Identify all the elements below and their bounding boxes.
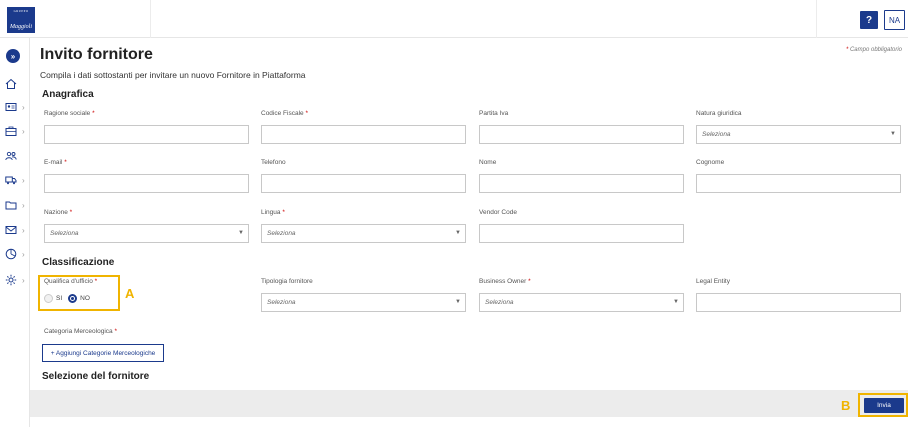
mail-icon	[5, 226, 17, 234]
sidebar-item-reports[interactable]: ›	[5, 248, 29, 262]
truck-icon	[5, 176, 17, 185]
caret-down-icon: ▼	[890, 131, 896, 137]
chevron-right-icon: ›	[22, 276, 25, 285]
field-telefono: Telefono	[261, 159, 466, 193]
marker-b: B	[841, 398, 851, 413]
chevron-right-icon: ›	[22, 226, 25, 235]
folder-icon	[5, 201, 17, 210]
tipologia-fornitore-select[interactable]: Seleziona ▼	[261, 293, 466, 312]
chevron-right-icon: ›	[22, 250, 25, 259]
logo-group-text: GRUPPO	[13, 9, 29, 13]
cognome-input[interactable]	[696, 174, 901, 193]
vendor-code-input[interactable]	[479, 224, 684, 243]
sidebar-item-messages[interactable]: ›	[5, 224, 29, 238]
header-divider-right	[816, 0, 817, 38]
marker-a: A	[125, 286, 135, 301]
nazione-select[interactable]: Seleziona ▼	[44, 224, 249, 243]
header-divider	[150, 0, 151, 38]
field-categoria-merceologica: Categoria Merceologica *	[44, 328, 117, 335]
sidebar-item-home[interactable]	[5, 78, 29, 92]
top-bar: GRUPPO Maggioli ? NA	[0, 0, 908, 38]
home-icon	[5, 78, 17, 89]
footer-bar: Invia	[30, 390, 908, 417]
codice-fiscale-input[interactable]	[261, 125, 466, 144]
lingua-select[interactable]: Seleziona ▼	[261, 224, 466, 243]
sidebar-item-documents[interactable]: ›	[5, 199, 29, 213]
field-business-owner: Business Owner * Seleziona ▼	[479, 278, 684, 312]
sidebar-item-settings[interactable]: ›	[5, 274, 29, 288]
caret-down-icon: ▼	[238, 230, 244, 236]
telefono-input[interactable]	[261, 174, 466, 193]
sidebar-item-suppliers[interactable]: ›	[5, 174, 29, 188]
chevron-right-icon: ›	[22, 103, 25, 112]
help-button[interactable]: ?	[860, 11, 878, 29]
natura-giuridica-select[interactable]: Seleziona ▼	[696, 125, 901, 144]
chevron-right-icon: ›	[22, 176, 25, 185]
caret-down-icon: ▼	[455, 230, 461, 236]
email-input[interactable]	[44, 174, 249, 193]
field-vendor-code: Vendor Code	[479, 209, 684, 243]
legal-entity-input[interactable]	[696, 293, 901, 312]
id-card-icon	[5, 103, 17, 111]
page-subtitle: Compila i dati sottostanti per invitare …	[40, 70, 306, 80]
ragione-sociale-input[interactable]	[44, 125, 249, 144]
sidebar-item-registry[interactable]: ›	[5, 101, 29, 115]
field-tipologia-fornitore: Tipologia fornitore Seleziona ▼	[261, 278, 466, 312]
partita-iva-input[interactable]	[479, 125, 684, 144]
caret-down-icon: ▼	[673, 299, 679, 305]
field-ragione-sociale: Ragione sociale *	[44, 110, 249, 144]
business-owner-select[interactable]: Seleziona ▼	[479, 293, 684, 312]
chevron-right-icon: ›	[22, 127, 25, 136]
highlight-box-a	[38, 275, 120, 311]
field-natura-giuridica: Natura giuridica Seleziona ▼	[696, 110, 901, 144]
main-content: Invito fornitore * Campo obbligatorio Co…	[30, 38, 908, 390]
highlight-box-b	[858, 393, 908, 417]
users-icon	[5, 151, 17, 161]
sidebar-item-work[interactable]: ›	[5, 125, 29, 139]
required-field-note: * Campo obbligatorio	[845, 47, 902, 53]
section-title-selezione: Selezione del fornitore	[42, 371, 150, 382]
field-cognome: Cognome	[696, 159, 901, 193]
section-title-anagrafica: Anagrafica	[42, 89, 94, 100]
maggioli-logo[interactable]: GRUPPO Maggioli	[7, 7, 35, 33]
field-nome: Nome	[479, 159, 684, 193]
field-codice-fiscale: Codice Fiscale *	[261, 110, 466, 144]
nome-input[interactable]	[479, 174, 684, 193]
section-title-classificazione: Classificazione	[42, 257, 115, 268]
caret-down-icon: ▼	[455, 299, 461, 305]
field-email: E-mail *	[44, 159, 249, 193]
field-legal-entity: Legal Entity	[696, 278, 901, 312]
chevron-right-icon: ›	[22, 201, 25, 210]
field-partita-iva: Partita Iva	[479, 110, 684, 144]
sidebar-item-users[interactable]	[5, 150, 29, 164]
briefcase-icon	[5, 126, 17, 136]
field-lingua: Lingua * Seleziona ▼	[261, 209, 466, 243]
add-categories-button[interactable]: + Aggiungi Categorie Merceologiche	[42, 344, 164, 362]
user-avatar[interactable]: NA	[884, 10, 905, 30]
sidebar: » › › › › › › ›	[0, 38, 30, 427]
expand-sidebar-icon[interactable]: »	[6, 49, 20, 63]
chart-icon	[5, 248, 17, 260]
gear-icon	[5, 274, 17, 286]
logo-name-text: Maggioli	[10, 24, 32, 30]
page-title: Invito fornitore	[40, 46, 153, 63]
field-nazione: Nazione * Seleziona ▼	[44, 209, 249, 243]
